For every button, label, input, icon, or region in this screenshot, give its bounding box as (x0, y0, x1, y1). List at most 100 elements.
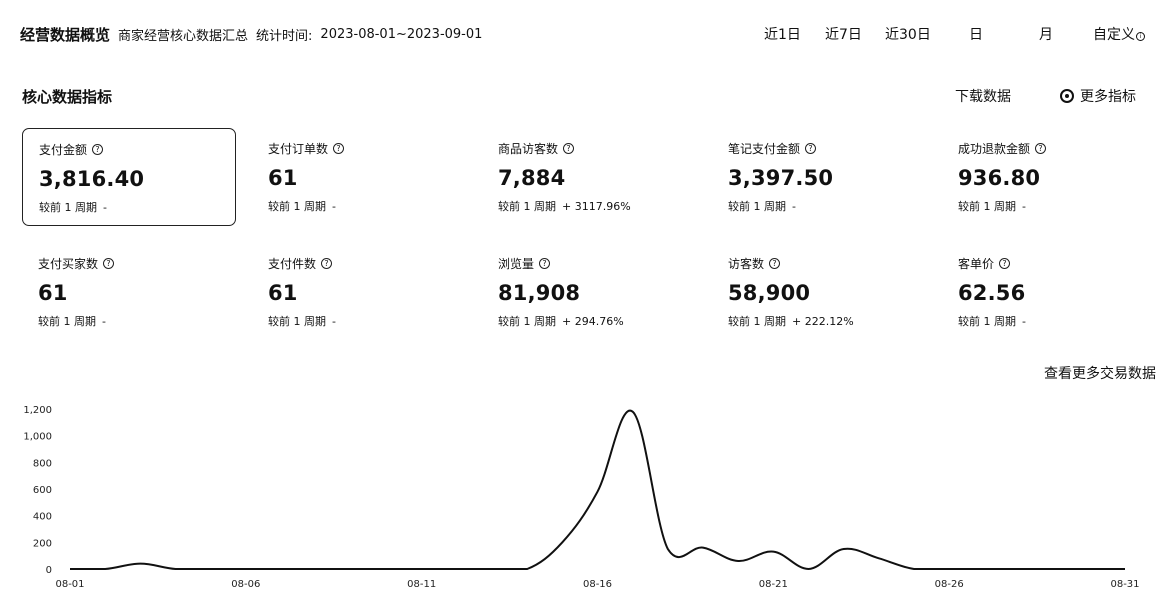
trend-chart: 02004006008001,0001,200 08-01 08-06 08-11 0… (23, 405, 1139, 590)
y-axis: 0 200 400 600 800 1,000 1,200 (23, 405, 52, 576)
metric-value: 62.56 (958, 281, 1026, 305)
x-tick-label: 08-21 (759, 579, 788, 590)
help-icon[interactable]: ? (563, 143, 575, 154)
metric-value: 7,884 (498, 166, 566, 190)
x-tick-label: 08-31 (1110, 579, 1139, 590)
compare-prefix: 较前 1 周期 (268, 315, 326, 328)
metric-delta: - (103, 201, 107, 214)
compare-prefix: 较前 1 周期 (38, 315, 96, 328)
section-title: 核心数据指标 (22, 88, 113, 106)
metric-label: 笔记支付金额 (728, 142, 801, 156)
metric-delta: - (332, 200, 336, 213)
help-icon[interactable]: ? (999, 258, 1011, 269)
metric-label: 支付订单数 (268, 142, 329, 156)
help-icon[interactable]: ? (103, 258, 115, 269)
y-tick-label: 1,200 (23, 405, 52, 416)
metric-value: 3,397.50 (728, 166, 834, 190)
metric-compare: 较前 1 周期 - (38, 313, 220, 329)
tab-custom[interactable]: 自定义 i (1093, 24, 1145, 44)
metric-card-buyers[interactable]: 支付买家数? 61 较前 1 周期 - (22, 243, 236, 341)
metric-value: 61 (268, 166, 298, 190)
compare-prefix: 较前 1 周期 (958, 200, 1016, 213)
x-tick-label: 08-16 (583, 579, 612, 590)
metric-card-refund-amount[interactable]: 成功退款金额? 936.80 较前 1 周期 - (942, 128, 1156, 226)
metric-label: 支付金额 (39, 143, 88, 157)
metric-compare: 较前 1 周期 - (958, 198, 1140, 214)
help-icon[interactable]: ? (321, 258, 333, 269)
view-more-trade-data-link[interactable]: 查看更多交易数据 (1044, 363, 1156, 383)
metric-card-visitors[interactable]: 访客数? 58,900 较前 1 周期 + 222.12% (712, 243, 926, 341)
metric-label: 客单价 (958, 257, 995, 271)
metric-value: 58,900 (728, 281, 811, 305)
metric-label-row: 商品访客数? (498, 140, 680, 157)
metric-compare: 较前 1 周期 + 294.76% (498, 313, 680, 329)
metric-compare: 较前 1 周期 - (958, 313, 1140, 329)
metric-compare: 较前 1 周期 - (39, 199, 219, 215)
metric-card-page-views[interactable]: 浏览量? 81,908 较前 1 周期 + 294.76% (482, 243, 696, 341)
y-tick-label: 800 (33, 458, 52, 469)
tab-last-1-day[interactable]: 近1日 (764, 24, 801, 44)
metric-delta: - (102, 315, 106, 328)
compare-prefix: 较前 1 周期 (498, 200, 556, 213)
metric-value: 61 (268, 281, 298, 305)
compare-prefix: 较前 1 周期 (498, 315, 556, 328)
metric-compare: 较前 1 周期 - (268, 198, 450, 214)
gear-icon (1060, 89, 1074, 103)
metric-compare: 较前 1 周期 - (268, 313, 450, 329)
metric-label-row: 支付买家数? (38, 255, 220, 272)
help-icon[interactable]: ? (1035, 143, 1047, 154)
series-line (70, 409, 1125, 571)
metric-value: 936.80 (958, 166, 1041, 190)
compare-prefix: 较前 1 周期 (958, 315, 1016, 328)
download-data-button[interactable]: 下载数据 (955, 86, 1011, 106)
metric-label-row: 支付件数? (268, 255, 450, 272)
x-tick-label: 08-01 (55, 579, 84, 590)
y-tick-label: 400 (33, 512, 52, 523)
compare-prefix: 较前 1 周期 (39, 201, 97, 214)
tab-month[interactable]: 月 (1039, 24, 1053, 44)
metric-delta: + 3117.96% (562, 200, 631, 213)
metric-value: 3,816.40 (39, 167, 145, 191)
tab-day[interactable]: 日 (969, 24, 983, 44)
y-tick-label: 600 (33, 485, 52, 496)
metric-label-row: 笔记支付金额? (728, 140, 910, 157)
more-metrics-label: 更多指标 (1080, 89, 1136, 105)
more-metrics-button[interactable]: 更多指标 (1060, 86, 1136, 106)
help-icon[interactable]: ? (805, 143, 817, 154)
x-tick-label: 08-06 (231, 579, 260, 590)
tab-last-30-days[interactable]: 近30日 (885, 24, 931, 44)
help-icon[interactable]: ? (92, 144, 104, 155)
metric-label: 浏览量 (498, 257, 535, 271)
tab-custom-label: 自定义 (1093, 27, 1135, 43)
compare-prefix: 较前 1 周期 (728, 315, 786, 328)
help-icon[interactable]: ? (769, 258, 781, 269)
help-icon[interactable]: ? (539, 258, 551, 269)
range-tabs: 近1日 近7日 近30日 日 月 自定义 i (0, 24, 1160, 44)
metric-delta: - (792, 200, 796, 213)
metric-card-items[interactable]: 支付件数? 61 较前 1 周期 - (252, 243, 466, 341)
metric-value: 81,908 (498, 281, 581, 305)
y-tick-label: 1,000 (23, 432, 52, 443)
tab-last-7-days[interactable]: 近7日 (825, 24, 862, 44)
help-icon[interactable]: ? (333, 143, 345, 154)
metric-compare: 较前 1 周期 - (728, 198, 910, 214)
x-tick-label: 08-26 (935, 579, 964, 590)
metric-delta: - (332, 315, 336, 328)
metric-card-product-visitors[interactable]: 商品访客数? 7,884 较前 1 周期 + 3117.96% (482, 128, 696, 226)
metric-label-row: 浏览量? (498, 255, 680, 272)
metric-card-payment-amount[interactable]: 支付金额? 3,816.40 较前 1 周期 - (22, 128, 236, 226)
metric-card-payment-orders[interactable]: 支付订单数? 61 较前 1 周期 - (252, 128, 466, 226)
metric-label-row: 支付订单数? (268, 140, 450, 157)
metric-delta: - (1022, 315, 1026, 328)
metric-label-row: 访客数? (728, 255, 910, 272)
metric-card-avg-order-value[interactable]: 客单价? 62.56 较前 1 周期 - (942, 243, 1156, 341)
metric-card-note-payment-amount[interactable]: 笔记支付金额? 3,397.50 较前 1 周期 - (712, 128, 926, 226)
x-tick-label: 08-11 (407, 579, 436, 590)
metric-value: 61 (38, 281, 68, 305)
metric-label: 商品访客数 (498, 142, 559, 156)
metric-delta: + 222.12% (792, 315, 854, 328)
metric-label-row: 成功退款金额? (958, 140, 1140, 157)
x-axis: 08-01 08-06 08-11 08-16 08-21 08-26 08-31 (55, 579, 1139, 590)
metric-delta: + 294.76% (562, 315, 624, 328)
metric-label: 支付买家数 (38, 257, 99, 271)
